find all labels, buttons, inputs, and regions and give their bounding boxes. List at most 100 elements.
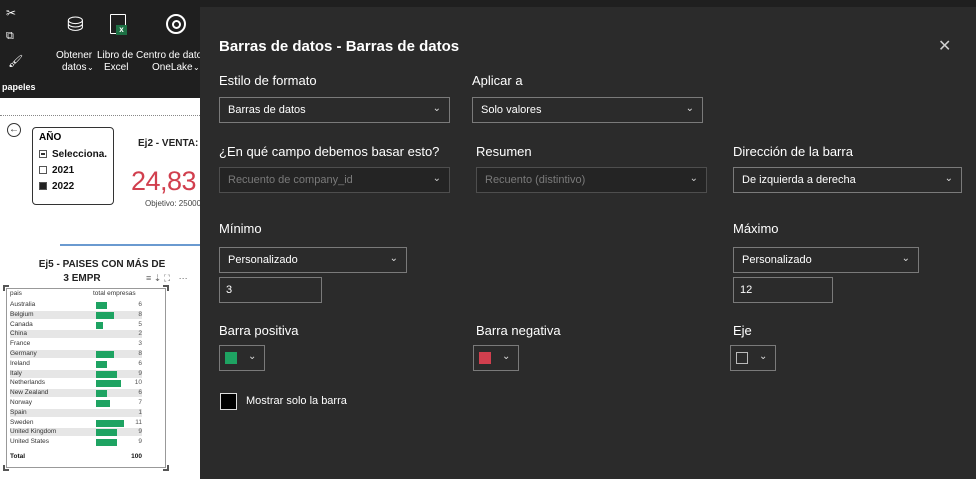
- country-cell: Belgium: [10, 310, 34, 318]
- table-row[interactable]: Netherlands 10: [10, 379, 142, 388]
- divider: [0, 115, 200, 116]
- data-bar: [96, 311, 114, 319]
- summary-dropdown[interactable]: Recuento (distintivo) ⌄: [476, 167, 707, 193]
- summary-value: Recuento (distintivo): [485, 174, 586, 186]
- negative-color-picker[interactable]: ⌄: [473, 345, 519, 371]
- table-row[interactable]: France 3: [10, 340, 142, 348]
- kpi-value: 24,83: [131, 166, 197, 196]
- positive-color-picker[interactable]: ⌄: [219, 345, 265, 371]
- apply-to-dropdown[interactable]: Solo valores ⌄: [472, 97, 703, 123]
- maximum-value-text: 12: [740, 284, 753, 296]
- cut-icon[interactable]: ✂: [6, 6, 16, 20]
- slicer-option-select-all[interactable]: Selecciona...: [39, 147, 107, 161]
- back-arrow-icon[interactable]: ←: [7, 123, 21, 137]
- total-cell: 8: [138, 310, 142, 318]
- total-cell: 6: [138, 359, 142, 367]
- maximum-label: Máximo: [733, 221, 779, 236]
- table-row[interactable]: Spain 1: [10, 408, 142, 417]
- filter-icon[interactable]: ≡: [146, 273, 151, 283]
- table-row[interactable]: Canada 5: [10, 321, 142, 329]
- get-data-label-1: Obtener: [56, 50, 93, 61]
- table-row[interactable]: Italy 9: [10, 369, 142, 378]
- country-cell: New Zealand: [10, 389, 49, 397]
- chevron-down-icon: ⌄: [759, 351, 768, 362]
- chevron-down-icon: ⌄: [248, 351, 257, 362]
- country-cell: Netherlands: [10, 379, 46, 387]
- total-cell: 3: [138, 340, 142, 348]
- maximum-value-input[interactable]: 12: [733, 277, 833, 303]
- resize-handle[interactable]: [3, 465, 9, 471]
- focus-mode-icon[interactable]: ⛶: [164, 273, 170, 283]
- table-title-line-2-text: 3 EMPR: [63, 273, 101, 284]
- country-cell: Canada: [10, 320, 33, 328]
- kpi-title: Ej2 - VENTA:: [138, 138, 199, 149]
- negative-bar-label: Barra negativa: [476, 323, 561, 338]
- table-row[interactable]: Sweden 11: [10, 419, 142, 427]
- table-visual[interactable]: pais total empresas Total 100 Australia 6…: [3, 285, 169, 471]
- total-cell: 5: [138, 320, 142, 328]
- table-row[interactable]: Germany 8: [10, 350, 142, 358]
- chevron-down-icon: ⌄: [432, 103, 441, 114]
- chevron-down-icon: ⌄: [193, 63, 200, 72]
- visual-divider: [60, 244, 200, 246]
- country-cell: United Kingdom: [10, 428, 57, 436]
- resize-handle[interactable]: [3, 285, 9, 291]
- onelake-icon: [166, 14, 186, 34]
- minimum-value-text: 3: [226, 284, 233, 296]
- format-painter-icon[interactable]: 🖌: [8, 54, 23, 68]
- excel-icon: x: [110, 14, 127, 35]
- column-header-country[interactable]: pais: [10, 290, 22, 297]
- minimum-type-dropdown[interactable]: Personalizado ⌄: [219, 247, 407, 273]
- slicer-option-2021[interactable]: 2021: [39, 163, 107, 177]
- resize-handle[interactable]: [163, 285, 169, 291]
- onelake-label-2: OneLake: [152, 62, 193, 73]
- table-row[interactable]: Ireland 6: [10, 360, 142, 368]
- negative-color-swatch: [479, 352, 491, 364]
- kpi-goal: Objetivo: 25000: [145, 199, 202, 208]
- chevron-down-icon: ⌄: [502, 351, 511, 362]
- axis-color-picker[interactable]: ⌄: [730, 345, 776, 371]
- table-row[interactable]: United States 9: [10, 438, 142, 447]
- country-cell: Norway: [10, 399, 33, 406]
- excel-label-2: Excel: [104, 62, 129, 73]
- table-title-line-1: Ej5 - PAISES CON MÁS DE: [38, 259, 166, 270]
- close-icon[interactable]: ✕: [938, 36, 951, 56]
- apply-to-label: Aplicar a: [472, 73, 523, 88]
- table-row[interactable]: United Kingdom 9: [10, 428, 142, 437]
- data-bar: [96, 439, 118, 447]
- resize-handle[interactable]: [163, 465, 169, 471]
- chevron-down-icon: ⌄: [389, 253, 398, 264]
- drill-icon[interactable]: ⇣: [154, 273, 162, 283]
- column-header-total[interactable]: total empresas: [93, 290, 136, 297]
- summary-label: Resumen: [476, 144, 532, 159]
- total-cell: 1: [138, 408, 142, 416]
- axis-color-swatch: [736, 352, 748, 364]
- format-style-dropdown[interactable]: Barras de datos ⌄: [219, 97, 450, 123]
- chevron-down-icon: ⌄: [432, 173, 441, 184]
- total-cell: 10: [134, 379, 142, 387]
- direction-label: Dirección de la barra: [733, 144, 853, 159]
- dialog-title: Barras de datos - Barras de datos: [219, 38, 460, 55]
- total-cell: 7: [138, 399, 142, 406]
- field-dropdown[interactable]: Recuento de company_id ⌄: [219, 167, 450, 193]
- slicer-option-2022[interactable]: 2022: [39, 179, 107, 193]
- data-bar: [96, 419, 125, 427]
- more-options-icon[interactable]: ⋯: [179, 273, 188, 283]
- direction-dropdown[interactable]: De izquierda a derecha ⌄: [733, 167, 962, 193]
- data-bar: [96, 390, 107, 398]
- chevron-down-icon: ⌄: [689, 173, 698, 184]
- table-row[interactable]: New Zealand 6: [10, 389, 142, 398]
- table-row[interactable]: Belgium 8: [10, 310, 142, 319]
- show-bar-only-checkbox[interactable]: [220, 393, 237, 410]
- total-value: 100: [131, 453, 142, 460]
- maximum-type-dropdown[interactable]: Personalizado ⌄: [733, 247, 919, 273]
- minimum-value-input[interactable]: 3: [219, 277, 322, 303]
- country-cell: Italy: [10, 369, 22, 377]
- copy-icon[interactable]: ⧉: [6, 30, 14, 43]
- total-cell: 6: [138, 301, 142, 308]
- table-row[interactable]: Norway 7: [10, 399, 142, 407]
- data-bar: [96, 351, 114, 358]
- data-bar: [96, 302, 107, 309]
- table-row[interactable]: China 2: [10, 330, 142, 339]
- table-row[interactable]: Australia 6: [10, 301, 142, 309]
